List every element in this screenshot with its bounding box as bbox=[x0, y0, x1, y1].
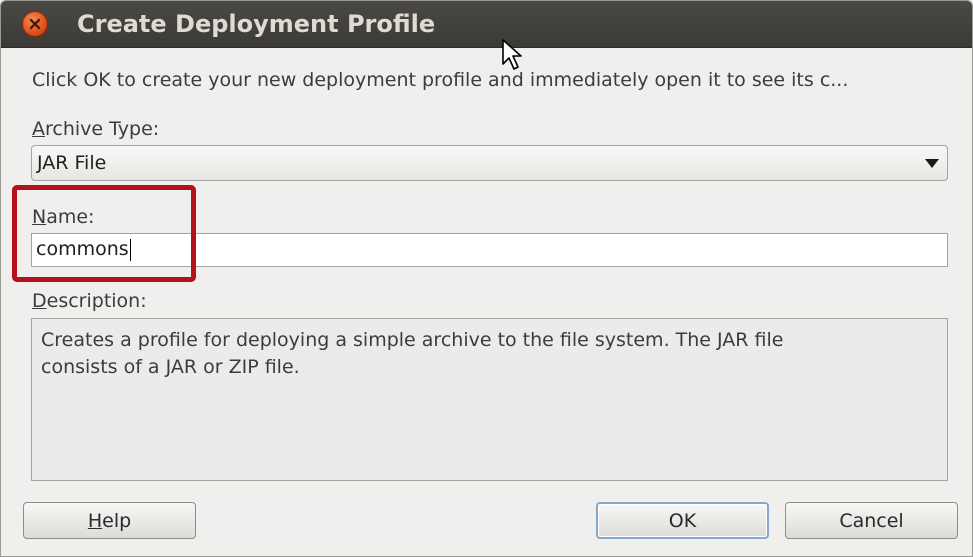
window-title: Create Deployment Profile bbox=[77, 10, 436, 38]
archive-type-select[interactable]: JAR File bbox=[31, 145, 948, 181]
instruction-text: Click OK to create your new deployment p… bbox=[32, 69, 849, 91]
close-icon bbox=[29, 18, 41, 30]
title-bar[interactable]: Create Deployment Profile bbox=[1, 1, 972, 48]
description-label: Description: bbox=[32, 290, 147, 312]
description-box: Creates a profile for deploying a simple… bbox=[31, 318, 948, 481]
archive-type-label: Archive Type: bbox=[32, 118, 160, 140]
description-line-2: consists of a JAR or ZIP file. bbox=[41, 356, 300, 378]
dropdown-arrow-icon bbox=[925, 159, 939, 168]
create-deployment-profile-dialog: Create Deployment Profile Click OK to cr… bbox=[0, 0, 973, 557]
description-line-1: Creates a profile for deploying a simple… bbox=[41, 329, 784, 351]
name-highlight-box bbox=[12, 185, 196, 282]
close-button[interactable] bbox=[22, 11, 48, 37]
cancel-button[interactable]: Cancel bbox=[785, 502, 958, 539]
ok-button[interactable]: OK bbox=[596, 502, 769, 539]
archive-type-value: JAR File bbox=[37, 152, 107, 174]
help-button[interactable]: Help bbox=[23, 502, 196, 539]
